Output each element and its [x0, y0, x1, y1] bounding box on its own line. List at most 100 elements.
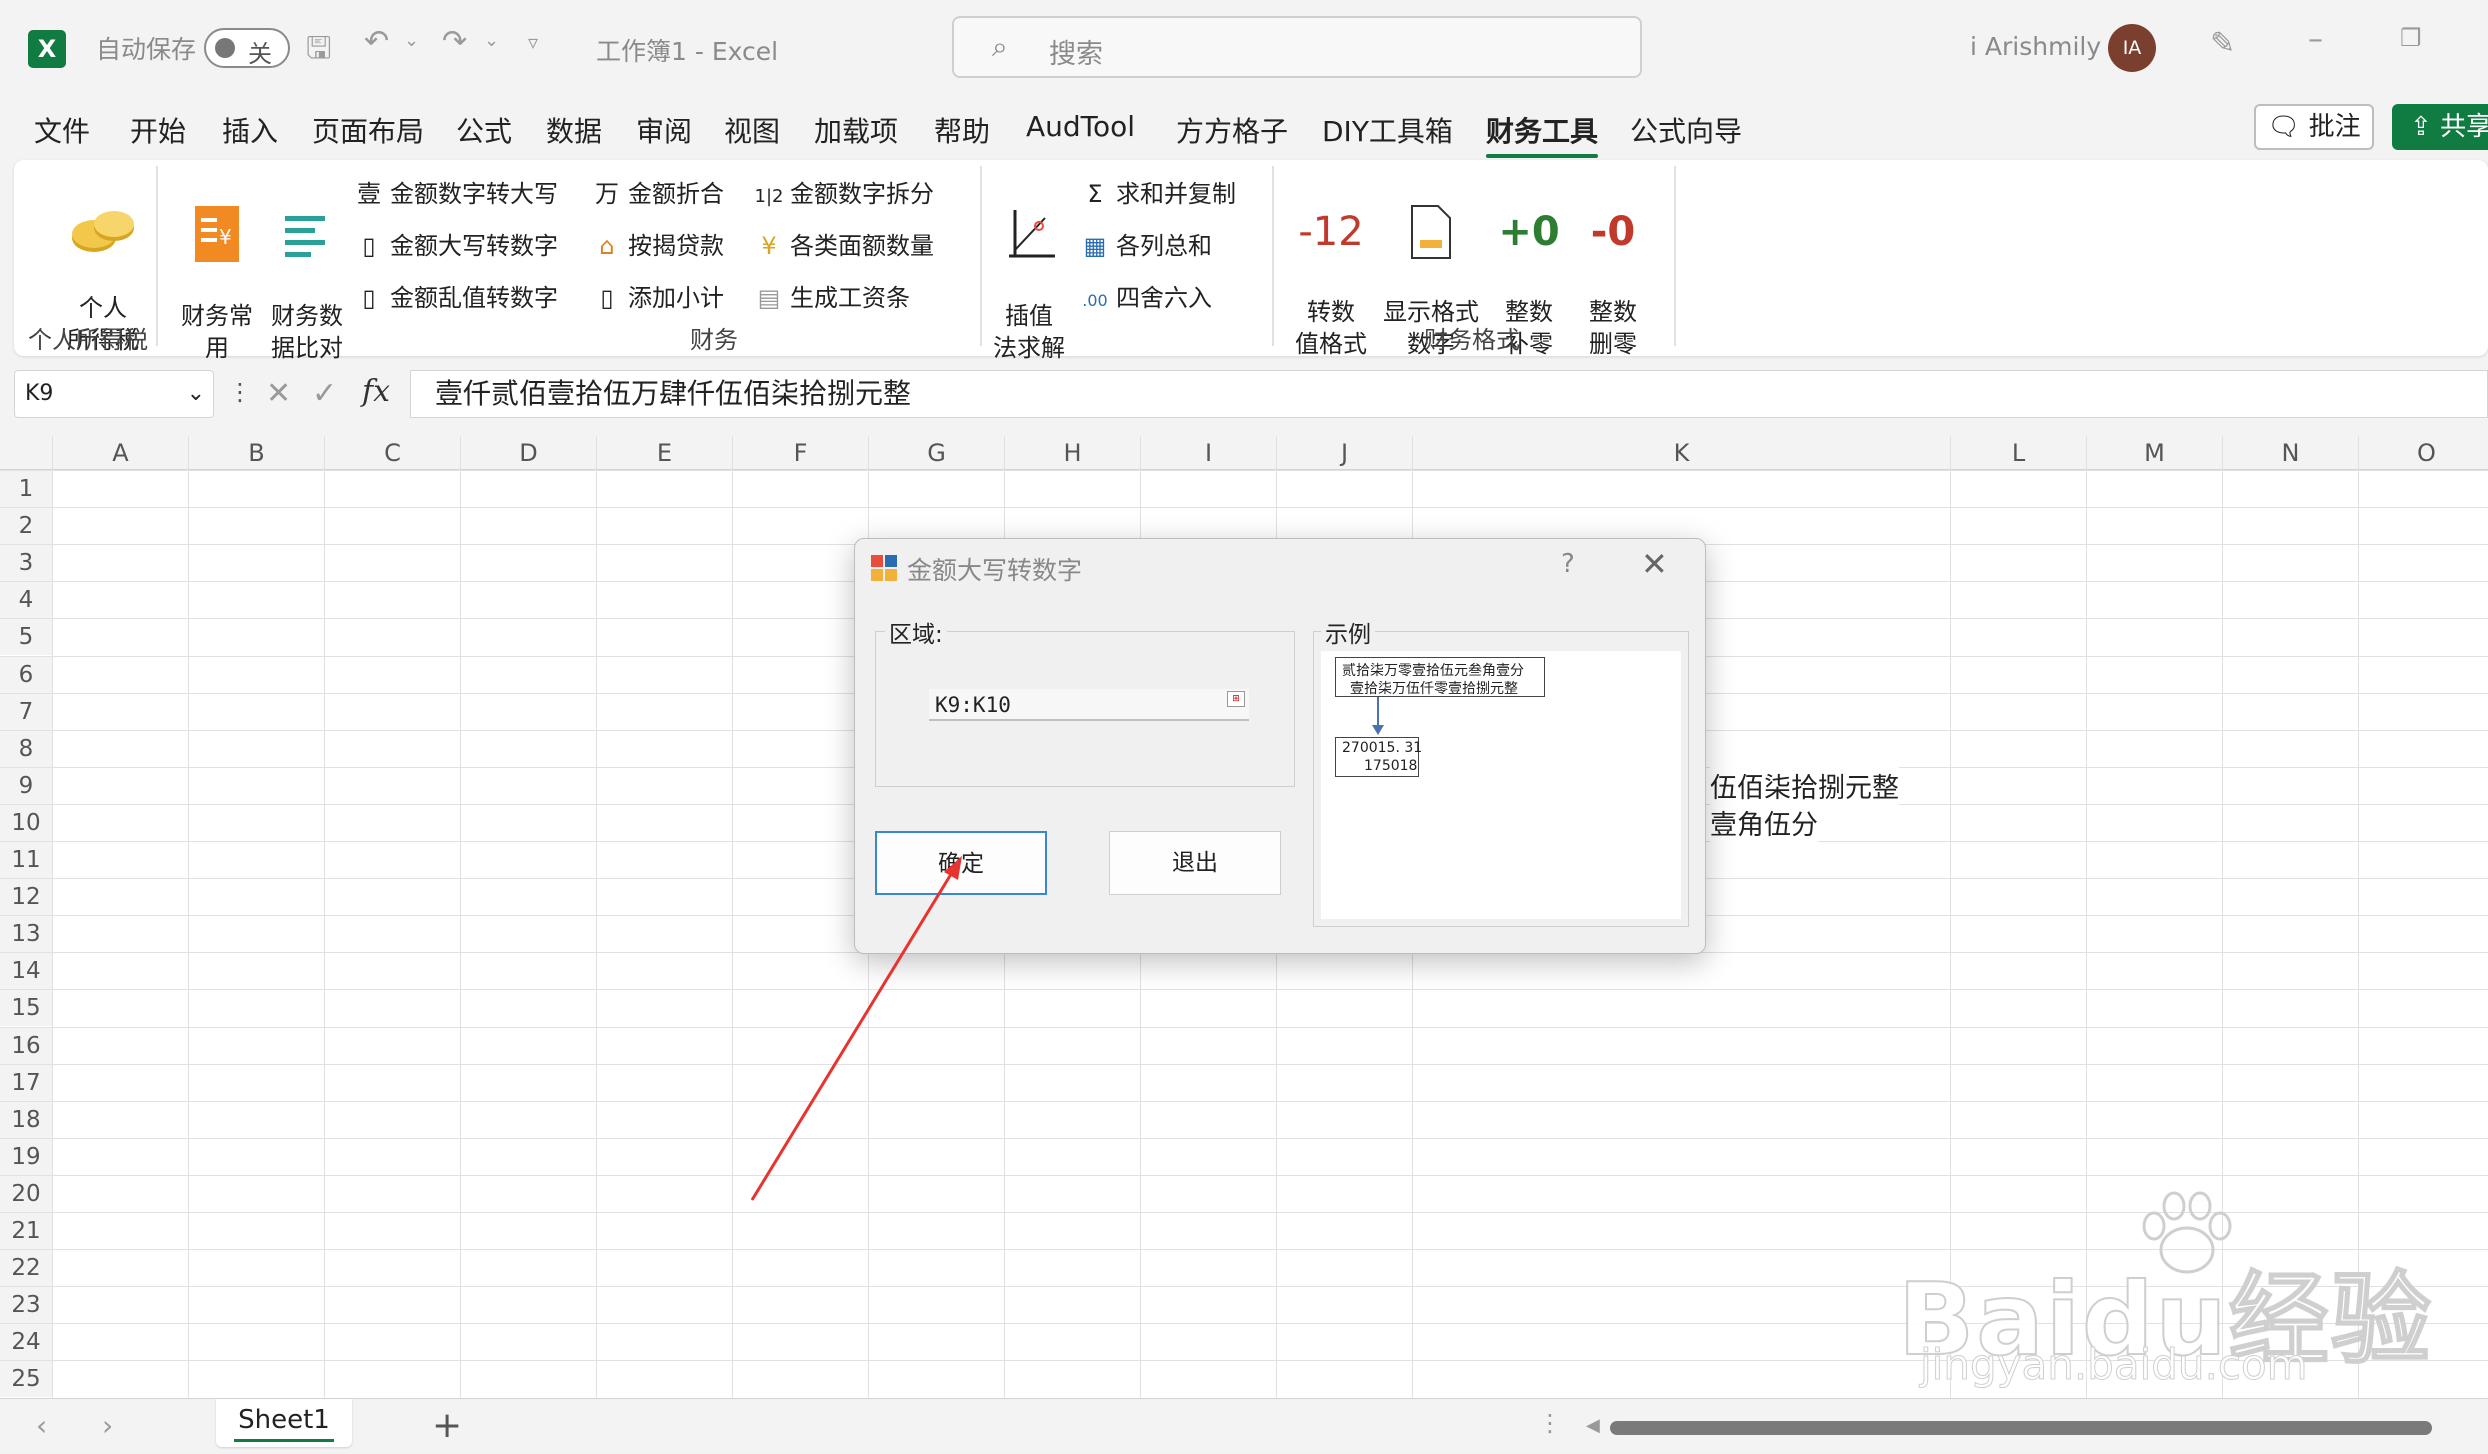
more-options-icon[interactable]: ⋮ [228, 378, 252, 406]
sheet-tab[interactable]: Sheet1 [216, 1399, 352, 1447]
num-to-upper-button[interactable]: 壹金额数字转大写 [354, 174, 558, 209]
tab-help[interactable]: 帮助 [934, 110, 990, 150]
name-box[interactable]: K9 ⌄ [14, 370, 214, 418]
interpolation-button[interactable]: 插值 法求解 [986, 172, 1072, 364]
cell-k9-text[interactable]: 伍佰柒拾捌元整 [1710, 766, 1899, 805]
cell-k10-text[interactable]: 壹角伍分 [1710, 803, 1818, 842]
row-header[interactable]: 25 [0, 1360, 52, 1398]
tab-file[interactable]: 文件 [34, 110, 90, 150]
upper-to-num-button[interactable]: ▯ 金额大写转数字 [354, 226, 558, 261]
share-button[interactable]: ⇪ 共享 [2392, 104, 2488, 150]
column-header[interactable]: C [324, 436, 460, 470]
insert-function-icon[interactable]: fx [362, 374, 390, 409]
row-header[interactable]: 9 [0, 766, 52, 804]
column-header[interactable]: K [1412, 436, 1950, 470]
finance-compare-button[interactable]: 财务数 据比对 [262, 172, 352, 364]
payslip-button[interactable]: ▤ 生成工资条 [754, 278, 910, 313]
row-header[interactable]: 4 [0, 581, 52, 619]
row-header[interactable]: 14 [0, 952, 52, 990]
column-header[interactable]: G [868, 436, 1004, 470]
chevron-down-icon[interactable]: ⌄ [187, 371, 205, 417]
tab-view[interactable]: 视图 [724, 110, 780, 150]
tab-finance-tools[interactable]: 财务工具 [1486, 110, 1599, 158]
column-header[interactable]: B [188, 436, 324, 470]
digit-split-button[interactable]: 1|2 金额数字拆分 [754, 174, 934, 209]
exit-button[interactable]: 退出 [1109, 831, 1281, 895]
sum-copy-button[interactable]: Σ 求和并复制 [1080, 174, 1236, 209]
more-options-icon[interactable]: ⋮ [1538, 1409, 1562, 1437]
convert-format-button[interactable]: -12 转数 值格式 [1290, 172, 1372, 360]
tab-audtool[interactable]: AudTool [1026, 110, 1135, 143]
tab-insert[interactable]: 插入 [222, 110, 278, 150]
column-header[interactable]: N [2222, 436, 2358, 470]
undo-icon[interactable]: ↶ [364, 24, 389, 59]
column-header[interactable]: H [1004, 436, 1140, 470]
tab-home[interactable]: 开始 [130, 110, 186, 150]
tab-page-layout[interactable]: 页面布局 [312, 110, 424, 150]
select-all-corner[interactable] [0, 436, 52, 470]
row-header[interactable]: 24 [0, 1323, 52, 1361]
ok-button[interactable]: 确定 [875, 831, 1047, 895]
row-header[interactable]: 19 [0, 1137, 52, 1175]
minimize-icon[interactable]: – [2308, 22, 2323, 57]
restore-icon[interactable]: ❐ [2400, 24, 2422, 52]
tab-data[interactable]: 数据 [546, 110, 602, 150]
scroll-left-icon[interactable]: ◀ [1586, 1415, 1600, 1436]
search-box[interactable]: ⌕ 搜索 [952, 16, 1642, 78]
mortgage-button[interactable]: ⌂ 按揭贷款 [592, 226, 724, 261]
column-header[interactable]: M [2086, 436, 2222, 470]
row-header[interactable]: 22 [0, 1249, 52, 1287]
row-header[interactable]: 21 [0, 1212, 52, 1249]
prev-sheet-icon[interactable]: ‹ [36, 1409, 47, 1442]
region-input[interactable]: K9:K10 [929, 689, 1249, 721]
column-header[interactable]: J [1276, 436, 1412, 470]
row-header[interactable]: 20 [0, 1174, 52, 1212]
pen-icon[interactable]: ✎ [2210, 26, 2235, 61]
row-header[interactable]: 16 [0, 1026, 52, 1064]
autosave-toggle[interactable]: 关 [204, 28, 290, 68]
column-totals-button[interactable]: ▦ 各列总和 [1080, 226, 1212, 261]
int-del-button[interactable]: -0 整数 删零 [1578, 172, 1648, 360]
column-header[interactable]: A [52, 436, 188, 470]
row-header[interactable]: 10 [0, 803, 52, 841]
avatar[interactable]: IA [2108, 24, 2156, 72]
column-header[interactable]: F [732, 436, 868, 470]
redo-icon[interactable]: ↷ [442, 24, 467, 59]
row-header[interactable]: 13 [0, 915, 52, 953]
close-icon[interactable]: ✕ [1641, 545, 1668, 583]
column-header[interactable]: E [596, 436, 732, 470]
row-header[interactable]: 7 [0, 692, 52, 730]
tab-diy-toolbox[interactable]: DIY工具箱 [1322, 110, 1453, 150]
row-header[interactable]: 17 [0, 1063, 52, 1101]
customize-qat-icon[interactable]: ▿ [528, 30, 538, 54]
amount-convert-button[interactable]: 万金额折合 [592, 174, 724, 209]
confirm-icon[interactable]: ✓ [312, 376, 337, 411]
tab-formulas[interactable]: 公式 [456, 110, 512, 150]
comment-button[interactable]: 🗨 批注 [2254, 104, 2374, 150]
tab-formula-wizard[interactable]: 公式向导 [1630, 110, 1742, 150]
add-sheet-icon[interactable]: + [432, 1405, 462, 1446]
row-header[interactable]: 5 [0, 618, 52, 656]
cancel-icon[interactable]: ✕ [266, 376, 291, 411]
horizontal-scrollbar[interactable] [1610, 1421, 2432, 1435]
row-header[interactable]: 3 [0, 544, 52, 582]
column-header[interactable]: I [1140, 436, 1276, 470]
round-button[interactable]: .00 四舍六入 [1080, 278, 1212, 313]
tab-review[interactable]: 审阅 [636, 110, 692, 150]
row-header[interactable]: 2 [0, 507, 52, 545]
row-header[interactable]: 1 [0, 470, 52, 507]
redo-dropdown-icon[interactable]: ⌄ [484, 30, 499, 51]
row-header[interactable]: 11 [0, 841, 52, 878]
save-icon[interactable]: 🖫 [306, 26, 332, 77]
tab-addins[interactable]: 加载项 [814, 110, 898, 150]
column-header[interactable]: L [1950, 436, 2086, 470]
formula-input[interactable]: 壹仟贰佰壹拾伍万肆仟伍佰柒拾捌元整 [410, 370, 2488, 418]
row-header[interactable]: 8 [0, 729, 52, 767]
row-header[interactable]: 23 [0, 1286, 52, 1324]
row-header[interactable]: 18 [0, 1100, 52, 1138]
range-picker-icon[interactable]: ⊞ [1227, 691, 1245, 707]
user-name[interactable]: i Arishmily [1970, 32, 2101, 61]
row-header[interactable]: 6 [0, 655, 52, 693]
row-header[interactable]: 15 [0, 989, 52, 1027]
next-sheet-icon[interactable]: › [102, 1409, 113, 1442]
